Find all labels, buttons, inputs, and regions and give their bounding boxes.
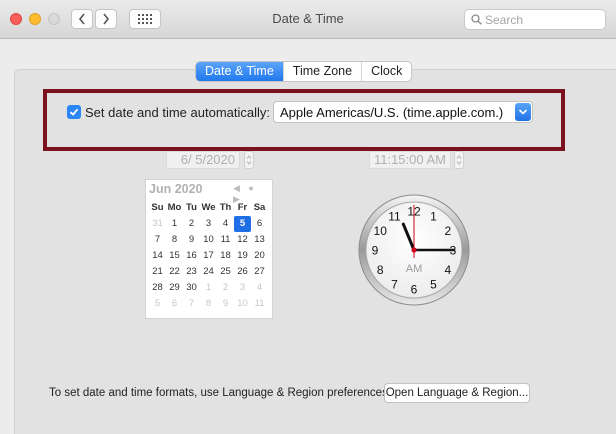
calendar-weekday: Fr [237, 202, 248, 213]
calendar-day[interactable]: 15 [166, 248, 183, 264]
calendar-weekday: Mo [167, 202, 182, 213]
open-language-region-button[interactable]: Open Language & Region... [384, 383, 530, 403]
calendar-day[interactable]: 12 [234, 232, 251, 248]
calendar-day[interactable]: 4 [251, 280, 268, 296]
calendar-day[interactable]: 29 [166, 280, 183, 296]
clock-number: 1 [430, 210, 437, 224]
calendar-day[interactable]: 7 [183, 296, 200, 312]
clock-center [411, 247, 417, 253]
calendar-day[interactable]: 22 [166, 264, 183, 280]
clock-number: 5 [430, 277, 437, 291]
calendar-day[interactable]: 26 [234, 264, 251, 280]
calendar-day[interactable]: 23 [183, 264, 200, 280]
auto-time-checkbox[interactable] [67, 105, 81, 119]
calendar-weekday: Sa [253, 202, 266, 213]
clock-number: 10 [374, 224, 388, 238]
calendar-weekday: Tu [186, 202, 197, 213]
calendar-day[interactable]: 30 [183, 280, 200, 296]
tab-clock[interactable]: Clock [361, 62, 411, 81]
calendar-day[interactable]: 11 [251, 296, 268, 312]
calendar-day[interactable]: 13 [251, 232, 268, 248]
calendar-day[interactable]: 5 [149, 296, 166, 312]
calendar-day[interactable]: 2 [183, 216, 200, 232]
footer-text: To set date and time formats, use Langua… [49, 387, 392, 399]
calendar-day[interactable]: 10 [234, 296, 251, 312]
search-field[interactable] [464, 9, 606, 30]
time-stepper[interactable] [454, 151, 464, 169]
calendar-day[interactable]: 19 [234, 248, 251, 264]
tab-date-time[interactable]: Date & Time [196, 62, 283, 81]
calendar-day[interactable]: 6 [251, 216, 268, 232]
tab-time-zone[interactable]: Time Zone [282, 62, 361, 81]
tab-bar: Date & Time Time Zone Clock [195, 61, 413, 82]
calendar-weekday: Th [219, 202, 232, 213]
clock-period: AM [406, 263, 423, 275]
time-server-select[interactable]: Apple Americas/U.S. (time.apple.com.) [273, 101, 533, 123]
clock-number: 6 [411, 283, 418, 297]
clock-number: 11 [388, 210, 401, 224]
calendar-day[interactable]: 8 [166, 232, 183, 248]
clock-number: 7 [391, 277, 398, 291]
calendar-grid: Su Mo Tu We Th Fr Sa 31 1 2 3 4 5 6 7 8 9 10 11 12 13 14 15 16 1… [149, 200, 269, 312]
clock-number: 9 [372, 244, 379, 258]
calendar-day[interactable]: 28 [149, 280, 166, 296]
calendar-day[interactable]: 2 [217, 280, 234, 296]
auto-time-label: Set date and time automatically: [85, 105, 270, 120]
calendar-month-label: Jun 2020 [149, 182, 203, 196]
calendar-day[interactable]: 11 [217, 232, 234, 248]
calendar-day[interactable]: 20 [251, 248, 268, 264]
calendar-day[interactable]: 10 [200, 232, 217, 248]
calendar-day[interactable]: 18 [217, 248, 234, 264]
calendar-day[interactable]: 17 [200, 248, 217, 264]
calendar-day[interactable]: 4 [217, 216, 234, 232]
calendar-day[interactable]: 1 [166, 216, 183, 232]
clock-number: 8 [377, 263, 384, 277]
window-titlebar: Date & Time [0, 0, 616, 39]
date-stepper[interactable] [244, 151, 254, 169]
analog-clock: 121234567891011 AM [358, 194, 470, 306]
calendar-day[interactable]: 9 [217, 296, 234, 312]
select-arrow[interactable] [515, 103, 531, 121]
time-field[interactable]: 11:15:00 AM [369, 151, 451, 169]
date-field[interactable]: 6/ 5/2020 [166, 151, 240, 169]
calendar-day[interactable]: 6 [166, 296, 183, 312]
calendar-day[interactable]: 9 [183, 232, 200, 248]
calendar-day[interactable]: 14 [149, 248, 166, 264]
calendar-day[interactable]: 25 [217, 264, 234, 280]
calendar-day[interactable]: 16 [183, 248, 200, 264]
calendar-day[interactable]: 5 [234, 216, 251, 232]
calendar-weekday: We [201, 202, 216, 213]
time-server-value: Apple Americas/U.S. (time.apple.com.) [280, 105, 504, 120]
clock-number: 2 [444, 224, 451, 238]
calendar-day[interactable]: 24 [200, 264, 217, 280]
calendar-day[interactable]: 21 [149, 264, 166, 280]
calendar-day[interactable]: 31 [149, 216, 166, 232]
calendar-day[interactable]: 8 [200, 296, 217, 312]
calendar: Jun 2020 ◀ ● ▶ Su Mo Tu We Th Fr Sa 31 1 2 3 4 5 6 7 8 9… [145, 179, 273, 319]
calendar-day[interactable]: 3 [200, 216, 217, 232]
search-input[interactable] [485, 11, 601, 28]
calendar-day[interactable]: 27 [251, 264, 268, 280]
calendar-day[interactable]: 1 [200, 280, 217, 296]
clock-number: 4 [444, 263, 451, 277]
calendar-day[interactable]: 7 [149, 232, 166, 248]
calendar-weekday: Su [151, 202, 164, 213]
calendar-day[interactable]: 3 [234, 280, 251, 296]
